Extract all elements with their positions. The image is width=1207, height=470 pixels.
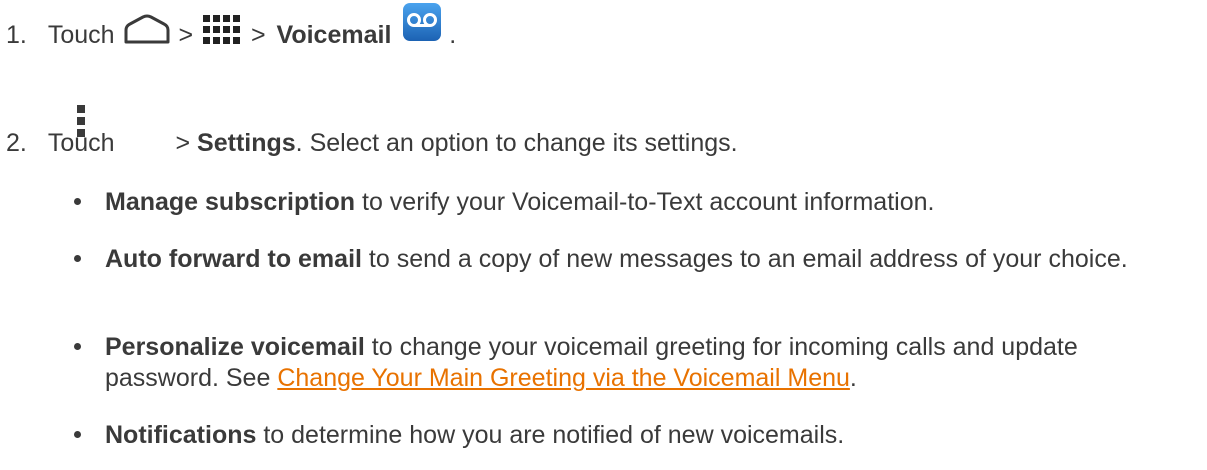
step-1-app-name: Voicemail [276,21,392,50]
step-2-sep: > [175,129,191,157]
bullet-4-text: to determine how you are notified of new… [256,421,845,449]
bullet-3-after: . [849,364,857,392]
list-item-manage-subscription: Manage subscription to verify your Voice… [74,187,1184,218]
step-1: 1. Touch > > Voicemail . [6,3,457,53]
bullet-1-term: Manage subscription [105,188,356,216]
bullet-2-text: to send a copy of new messages to an ema… [361,245,1128,273]
bullet-1-text: to verify your Voicemail-to-Text account… [355,188,935,216]
bullet-icon [74,343,81,350]
bullet-3-term: Personalize voicemail [105,333,365,361]
step-2-rest: . Select an option to change its setting… [295,129,738,157]
bullet-icon [74,198,81,205]
step-1-end: . [449,21,457,50]
bullet-2-term: Auto forward to email [105,245,362,273]
bullet-icon [74,255,81,262]
greeting-help-link[interactable]: Change Your Main Greeting via the Voicem… [277,364,850,392]
help-page: 1. Touch > > Voicemail . 2. Touch > Sett… [0,0,1207,470]
step-1-sep-1: > [178,21,194,50]
step-2: 2. Touch > Settings. Select an option to… [6,129,738,158]
bullet-icon [74,431,81,438]
list-item-auto-forward: Auto forward to email to send a copy of … [74,244,1184,275]
step-1-prefix: Touch [47,21,115,50]
bullet-4-term: Notifications [105,421,257,449]
list-item-notifications: Notifications to determine how you are n… [74,420,1184,451]
step-2-prefix: Touch [47,129,115,157]
step-1-number: 1. [6,21,27,50]
apps-grid-icon [202,14,242,53]
list-item-personalize-voicemail: Personalize voicemail to change your voi… [74,332,1184,394]
home-icon [123,14,171,51]
step-1-sep-2: > [250,21,266,50]
step-2-menu-name: Settings [197,129,296,157]
voicemail-app-icon [402,2,442,49]
step-2-number: 2. [6,129,27,157]
